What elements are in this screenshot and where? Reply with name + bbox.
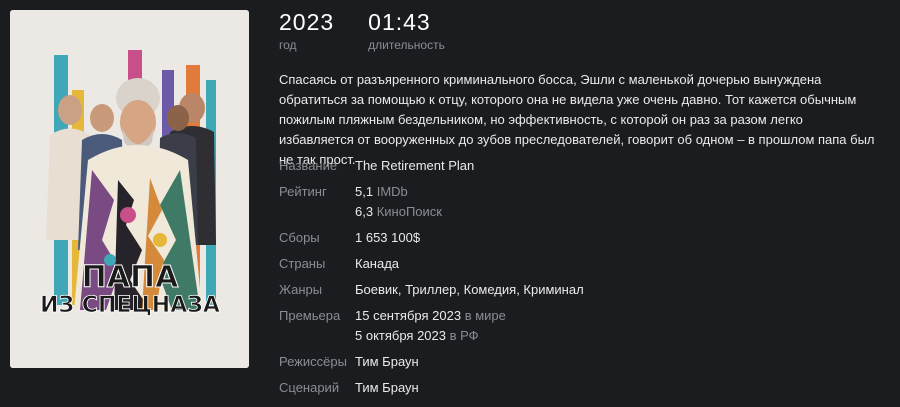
imdb-source-label: IMDb: [376, 184, 408, 199]
info-label: Премьера: [279, 308, 341, 323]
info-label: Сценарий: [279, 380, 340, 395]
poster-artwork: ПАПА ИЗ СПЕЦНАЗА: [10, 10, 249, 368]
info-row-premiere: Премьера 15 сентября 2023 в мире 5 октяб…: [279, 306, 879, 346]
info-row-boxoffice: Сборы 1 653 100$: [279, 228, 879, 248]
poster-title-line1: ПАПА: [82, 260, 179, 295]
duration-label: длительность: [368, 38, 445, 52]
imdb-rating-value: 5,1: [355, 184, 374, 199]
poster-title-line2: ИЗ СПЕЦНАЗА: [40, 293, 220, 318]
info-label: Рейтинг: [279, 184, 327, 199]
duration-value: 01:43: [368, 9, 431, 35]
movie-poster: ПАПА ИЗ СПЕЦНАЗА: [10, 10, 249, 368]
movie-description: Спасаясь от разъяренного криминального б…: [279, 72, 875, 167]
info-row-title: Название The Retirement Plan: [279, 156, 879, 176]
info-row-writers: Сценарий Тим Браун: [279, 378, 879, 398]
premiere-world-suffix: в мире: [464, 308, 506, 323]
info-label: Название: [279, 158, 338, 173]
imdb-rating: 5,1 IMDb: [355, 182, 442, 202]
year-value: 2023: [279, 9, 335, 35]
directors-value: Тим Браун: [355, 354, 419, 369]
year-stat: 2023 год: [279, 8, 334, 52]
info-row-genres: Жанры Боевик, Триллер, Комедия, Криминал: [279, 280, 879, 300]
premiere-ru-date: 5 октября 2023: [355, 328, 446, 343]
countries-value: Канада: [355, 256, 400, 271]
info-row-countries: Страны Канада: [279, 254, 879, 274]
writers-value: Тим Браун: [355, 380, 419, 395]
movie-info-table: Название The Retirement Plan Рейтинг 5,1…: [279, 156, 879, 404]
original-title: The Retirement Plan: [355, 158, 475, 173]
kp-source-label: КиноПоиск: [376, 204, 442, 219]
movie-stats: 2023 год 01:43 длительность: [279, 8, 445, 52]
info-label: Страны: [279, 256, 326, 271]
duration-stat: 01:43 длительность: [368, 8, 445, 52]
year-label: год: [279, 38, 297, 52]
ratings: 5,1 IMDb 6,3 КиноПоиск: [355, 182, 442, 222]
premiere-ru: 5 октября 2023 в РФ: [355, 326, 506, 346]
genres-value: Боевик, Триллер, Комедия, Криминал: [355, 282, 584, 297]
info-label: Режиссёры: [279, 354, 347, 369]
info-label: Жанры: [279, 282, 323, 297]
premiere-ru-suffix: в РФ: [449, 328, 479, 343]
kp-rating: 6,3 КиноПоиск: [355, 202, 442, 222]
info-label: Сборы: [279, 230, 320, 245]
kp-rating-value: 6,3: [355, 204, 374, 219]
boxoffice-value: 1 653 100$: [355, 230, 421, 245]
premiere-dates: 15 сентября 2023 в мире 5 октября 2023 в…: [355, 306, 506, 346]
premiere-world: 15 сентября 2023 в мире: [355, 306, 506, 326]
info-row-rating: Рейтинг 5,1 IMDb 6,3 КиноПоиск: [279, 182, 879, 222]
premiere-world-date: 15 сентября 2023: [355, 308, 462, 323]
info-row-directors: Режиссёры Тим Браун: [279, 352, 879, 372]
